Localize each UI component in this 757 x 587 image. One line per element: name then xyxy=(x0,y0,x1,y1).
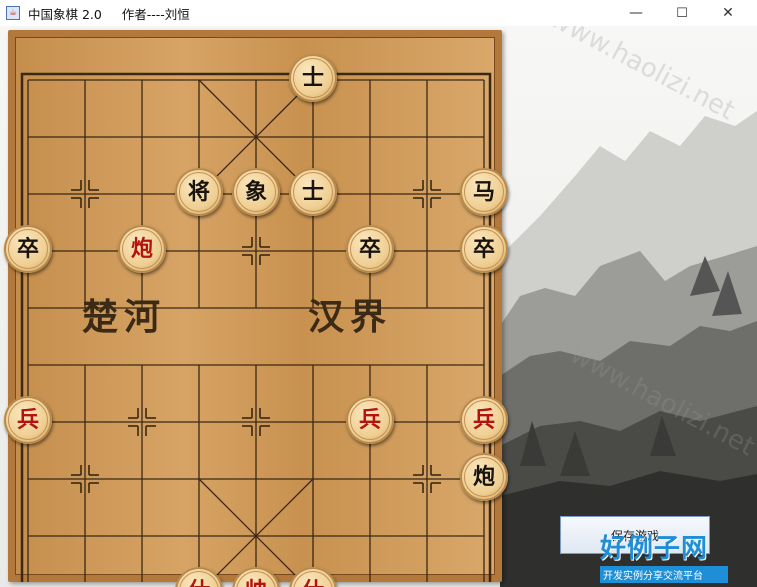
piece-label: 兵 xyxy=(8,400,48,440)
river-label-han: 汉界 xyxy=(308,296,393,338)
piece-label: 将 xyxy=(179,172,219,212)
black-piece[interactable]: 士 xyxy=(289,54,337,102)
red-piece[interactable]: 炮 xyxy=(118,225,166,273)
piece-label: 马 xyxy=(464,172,504,212)
piece-label: 仕 xyxy=(179,571,219,587)
close-button[interactable]: ✕ xyxy=(705,0,751,26)
logo-sub-text: 开发实例分享交流平台 xyxy=(600,566,728,583)
black-piece[interactable]: 马 xyxy=(460,168,508,216)
black-piece[interactable]: 士 xyxy=(289,168,337,216)
piece-label: 卒 xyxy=(350,229,390,269)
black-piece[interactable]: 卒 xyxy=(4,225,52,273)
black-piece[interactable]: 象 xyxy=(232,168,280,216)
piece-label: 炮 xyxy=(122,229,162,269)
logo-main-text: 好例子网 xyxy=(600,534,709,564)
river-label-chu: 楚河 xyxy=(82,296,167,338)
window-titlebar[interactable]: ☕ 中国象棋 2.0 作者----刘恒 — ☐ ✕ xyxy=(0,0,757,26)
red-piece[interactable]: 兵 xyxy=(346,396,394,444)
black-piece[interactable]: 卒 xyxy=(460,225,508,273)
piece-label: 帅 xyxy=(236,571,276,587)
red-piece[interactable]: 兵 xyxy=(4,396,52,444)
piece-label: 兵 xyxy=(464,400,504,440)
java-app-icon: ☕ xyxy=(6,6,20,20)
piece-label: 仕 xyxy=(293,571,333,587)
piece-label: 士 xyxy=(293,58,333,98)
piece-label: 炮 xyxy=(464,457,504,497)
minimize-button[interactable]: — xyxy=(613,0,659,26)
red-piece[interactable]: 兵 xyxy=(460,396,508,444)
game-client-area: www.haolizi.net www.haolizi.net www.haol… xyxy=(0,26,757,587)
piece-label: 士 xyxy=(293,172,333,212)
piece-label: 卒 xyxy=(8,229,48,269)
piece-label: 卒 xyxy=(464,229,504,269)
site-logo: 好例子网 开发实例分享交流平台 xyxy=(600,528,728,583)
maximize-button[interactable]: ☐ xyxy=(659,0,705,26)
black-piece[interactable]: 将 xyxy=(175,168,223,216)
piece-label: 象 xyxy=(236,172,276,212)
window-title: 中国象棋 2.0 作者----刘恒 xyxy=(28,6,190,22)
piece-label: 兵 xyxy=(350,400,390,440)
black-piece[interactable]: 炮 xyxy=(460,453,508,501)
black-piece[interactable]: 卒 xyxy=(346,225,394,273)
